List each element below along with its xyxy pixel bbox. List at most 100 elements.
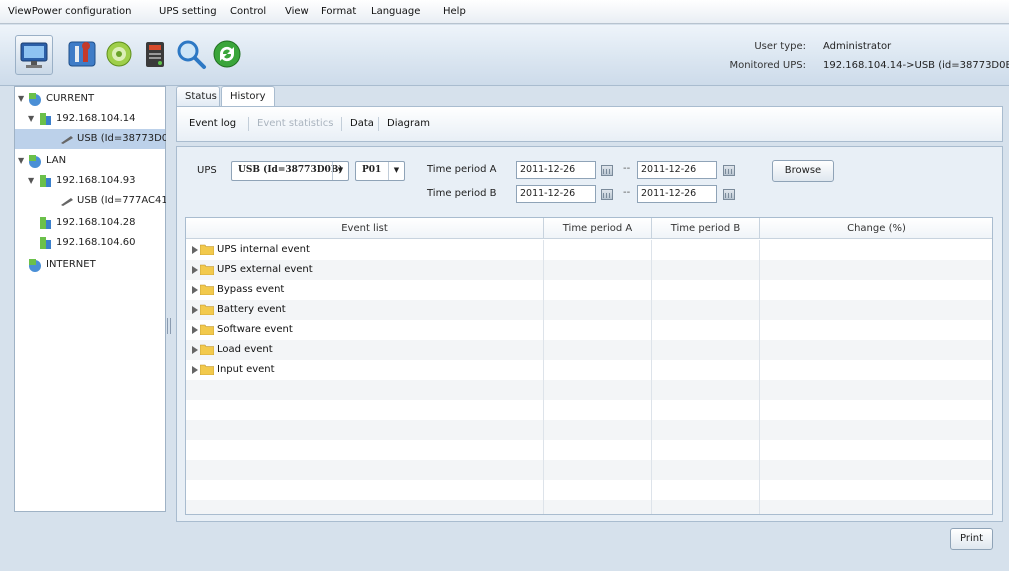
chevron-down-icon[interactable]: ▼ xyxy=(388,162,404,180)
device-tree[interactable]: ▼ CURRENT ▼ 192.168.104.14 USB (Id=38773… xyxy=(14,86,169,512)
network-icon xyxy=(29,155,41,168)
table-cell xyxy=(544,440,652,460)
tree-node-label: USB (Id=38773D0 xyxy=(77,133,169,144)
menu-help[interactable]: Help xyxy=(443,6,466,17)
calendar-icon[interactable] xyxy=(601,189,613,200)
subnav-data[interactable]: Data xyxy=(350,118,374,129)
table-row[interactable]: Software event xyxy=(186,320,992,340)
host-icon xyxy=(40,217,51,229)
main-content: Status History Event log Event statistic… xyxy=(172,86,1007,562)
tree-node-host[interactable]: 192.168.104.60 xyxy=(15,233,165,253)
table-cell xyxy=(186,480,544,500)
chevron-down-icon[interactable]: ▼ xyxy=(332,162,348,180)
tree-node-label: 192.168.104.60 xyxy=(56,237,136,248)
history-panel: UPS USB (Id=38773D0B) ▼ P01 ▼ Time perio… xyxy=(176,146,1003,522)
network-icon xyxy=(29,93,41,106)
column-header-event-list[interactable]: Event list xyxy=(186,218,544,239)
period-b-from-field[interactable]: 2011-12-26 xyxy=(516,185,596,203)
expand-arrow-icon[interactable]: ▼ xyxy=(18,156,26,165)
table-cell xyxy=(544,280,652,300)
table-cell xyxy=(544,500,652,514)
splitter-grip-icon[interactable] xyxy=(167,318,171,334)
refresh-icon[interactable] xyxy=(210,37,244,71)
column-header-time-period-a[interactable]: Time period A xyxy=(544,218,652,239)
empty-table-row xyxy=(186,400,992,420)
table-cell xyxy=(652,340,760,360)
browse-button[interactable]: Browse xyxy=(772,160,834,182)
table-cell xyxy=(760,300,992,320)
period-a-to-field[interactable]: 2011-12-26 xyxy=(637,161,717,179)
tree-node-current[interactable]: ▼ CURRENT xyxy=(15,89,165,109)
subnav-event-log[interactable]: Event log xyxy=(189,118,236,129)
menu-viewpower-configuration[interactable]: ViewPower configuration xyxy=(8,6,131,17)
column-header-time-period-b[interactable]: Time period B xyxy=(652,218,760,239)
table-cell xyxy=(652,460,760,480)
monitor-icon[interactable] xyxy=(17,37,51,71)
table-row[interactable]: UPS internal event xyxy=(186,240,992,260)
expand-arrow-icon[interactable]: ▼ xyxy=(18,94,26,103)
table-row[interactable]: UPS external event xyxy=(186,260,992,280)
period-a-from-field[interactable]: 2011-12-26 xyxy=(516,161,596,179)
tree-node-lan[interactable]: ▼ LAN xyxy=(15,151,165,171)
tree-node-host[interactable]: 192.168.104.28 xyxy=(15,213,165,233)
period-b-to-field[interactable]: 2011-12-26 xyxy=(637,185,717,203)
tree-node-host[interactable]: ▼ 192.168.104.14 xyxy=(15,109,165,129)
menu-language[interactable]: Language xyxy=(371,6,420,17)
tab-status[interactable]: Status xyxy=(176,86,220,106)
subnav-event-statistics: Event statistics xyxy=(257,118,334,129)
folder-icon xyxy=(200,284,214,295)
port-select[interactable]: P01 ▼ xyxy=(355,161,405,181)
expand-arrow-icon[interactable] xyxy=(192,306,198,314)
expand-arrow-icon[interactable] xyxy=(192,246,198,254)
expand-arrow-icon[interactable] xyxy=(192,366,198,374)
tree-node-internet[interactable]: INTERNET xyxy=(15,255,165,275)
menu-format[interactable]: Format xyxy=(321,6,356,17)
usb-icon xyxy=(61,136,73,144)
table-row[interactable]: Load event xyxy=(186,340,992,360)
expand-arrow-icon[interactable] xyxy=(192,346,198,354)
port-select-value: P01 xyxy=(362,165,382,175)
menu-bar: ViewPower configuration UPS setting Cont… xyxy=(0,0,1009,24)
table-row[interactable]: Bypass event xyxy=(186,280,992,300)
menu-control[interactable]: Control xyxy=(230,6,266,17)
expand-arrow-icon[interactable]: ▼ xyxy=(28,176,36,185)
table-cell xyxy=(186,380,544,400)
menu-view[interactable]: View xyxy=(285,6,309,17)
event-category-label: UPS external event xyxy=(217,264,313,275)
tree-node-host[interactable]: ▼ 192.168.104.93 xyxy=(15,171,165,191)
table-cell xyxy=(544,300,652,320)
print-button[interactable]: Print xyxy=(950,528,993,550)
table-cell xyxy=(652,500,760,514)
calendar-icon[interactable] xyxy=(601,165,613,176)
usb-icon xyxy=(61,198,73,206)
ups-select[interactable]: USB (Id=38773D0B) ▼ xyxy=(231,161,349,181)
expand-arrow-icon[interactable] xyxy=(192,266,198,274)
expand-arrow-icon[interactable] xyxy=(192,286,198,294)
tree-node-label: 192.168.104.28 xyxy=(56,217,136,228)
subnav-divider xyxy=(248,117,249,131)
settings-gear-icon[interactable] xyxy=(102,37,136,71)
menu-ups-setting[interactable]: UPS setting xyxy=(159,6,217,17)
ups-device-icon[interactable] xyxy=(138,37,172,71)
subnav-divider xyxy=(341,117,342,131)
tree-node-usb[interactable]: USB (Id=777AC41 xyxy=(15,191,168,211)
empty-table-row xyxy=(186,480,992,500)
table-cell xyxy=(760,480,992,500)
table-cell xyxy=(760,340,992,360)
column-header-change[interactable]: Change (%) xyxy=(760,218,992,239)
expand-arrow-icon[interactable] xyxy=(192,326,198,334)
table-cell xyxy=(760,500,992,514)
tools-icon[interactable] xyxy=(66,37,100,71)
subnav-diagram[interactable]: Diagram xyxy=(387,118,430,129)
tree-node-label: INTERNET xyxy=(46,259,96,270)
table-row[interactable]: Input event xyxy=(186,360,992,380)
table-cell xyxy=(760,420,992,440)
search-icon[interactable] xyxy=(174,37,208,71)
table-cell xyxy=(186,460,544,480)
table-row[interactable]: Battery event xyxy=(186,300,992,320)
calendar-icon[interactable] xyxy=(723,165,735,176)
tree-node-usb-selected[interactable]: USB (Id=38773D0 xyxy=(15,129,169,149)
expand-arrow-icon[interactable]: ▼ xyxy=(28,114,36,123)
tab-history[interactable]: History xyxy=(221,86,275,107)
calendar-icon[interactable] xyxy=(723,189,735,200)
